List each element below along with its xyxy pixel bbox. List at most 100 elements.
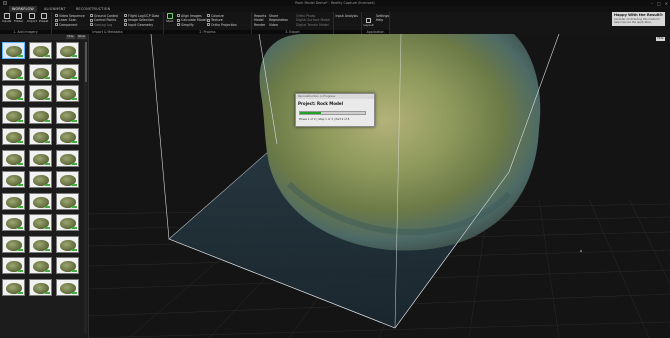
ribbon: Inputs Folder Import Preset 1. Add Image… <box>0 12 670 34</box>
inputs-button[interactable]: Inputs <box>2 13 11 23</box>
texture-icon <box>207 18 210 22</box>
feedback-notification[interactable]: Happy With the Result? Consider contribu… <box>612 12 665 26</box>
image-thumbnail[interactable] <box>56 171 79 188</box>
image-thumbnail[interactable] <box>2 171 25 188</box>
tab-workflow[interactable]: WORKFLOW <box>9 6 37 12</box>
images-panel-header: Hide Show <box>0 34 88 40</box>
image-thumbnail[interactable] <box>29 149 52 167</box>
geotag-log-button[interactable]: Geotag Log <box>90 23 112 27</box>
input-geometry-icon <box>124 23 127 26</box>
image-thumbnail[interactable] <box>56 214 79 231</box>
images-scrollbar[interactable] <box>84 42 87 334</box>
image-thumbnail[interactable] <box>2 106 25 124</box>
colorize-icon <box>207 14 210 17</box>
ortho-photo-button[interactable]: Ortho Photo <box>296 14 315 18</box>
window-controls: – □ × <box>651 1 668 6</box>
texture-button[interactable]: Texture <box>207 18 223 22</box>
ortho-projection-button[interactable]: Ortho Projection <box>207 23 237 27</box>
align-images-button[interactable]: Align Images <box>177 14 202 18</box>
simplify-button[interactable]: Simplify <box>177 23 194 27</box>
viewport-hide-button[interactable]: Hide <box>656 37 665 41</box>
cursor-dot <box>580 250 582 252</box>
tab-alignment[interactable]: ALIGNMENT <box>41 6 69 11</box>
start-button[interactable]: Start <box>166 13 173 23</box>
image-selection-button[interactable]: Image Selection <box>124 18 154 22</box>
tab-reconstruction[interactable]: RECONSTRUCTION <box>73 6 114 11</box>
progress-status: Phase 1 of 2 | Step 1 of 3 | Part 4 of 8 <box>299 117 350 121</box>
image-selection-icon <box>124 18 127 22</box>
image-thumbnail[interactable] <box>56 192 79 210</box>
image-thumbnail[interactable] <box>2 128 25 145</box>
image-thumbnail[interactable] <box>29 85 52 102</box>
image-thumbnail[interactable] <box>29 235 52 253</box>
close-icon[interactable]: × <box>660 13 663 17</box>
image-thumbnail[interactable] <box>2 192 25 210</box>
help-button[interactable]: Help <box>376 18 383 22</box>
image-thumbnail[interactable] <box>29 128 52 145</box>
image-thumbnail[interactable] <box>2 149 25 167</box>
aligned-badge <box>18 162 24 165</box>
image-thumbnail[interactable] <box>56 128 79 145</box>
colorize-button[interactable]: Colorize <box>207 14 224 18</box>
aligned-badge <box>72 270 78 273</box>
settings-button[interactable]: Settings <box>376 14 389 18</box>
image-thumbnail[interactable] <box>56 235 79 253</box>
preset-button[interactable]: Preset <box>39 13 48 23</box>
aligned-badge <box>18 205 24 208</box>
hide-button[interactable]: Hide <box>66 35 75 39</box>
image-thumbnail[interactable] <box>2 257 25 274</box>
image-thumbnail[interactable] <box>29 42 52 59</box>
notification-body: Consider contributing this model to help… <box>614 17 660 24</box>
input-analysis-button[interactable]: Input Analysis <box>336 14 358 18</box>
aligned-badge <box>72 141 78 144</box>
share-button[interactable]: Share <box>269 14 278 18</box>
image-thumbnail[interactable] <box>56 63 79 81</box>
maximize-icon[interactable]: □ <box>657 1 661 6</box>
dsm-button[interactable]: Digital Surface Model <box>296 18 330 22</box>
image-thumbnail[interactable] <box>56 278 79 296</box>
ground-control-button[interactable]: Ground Control <box>90 14 118 18</box>
image-thumbnail[interactable] <box>56 42 79 59</box>
scene-canvas <box>89 34 670 338</box>
model-export-button[interactable]: Model <box>254 18 264 22</box>
layout-button[interactable]: Layout <box>364 18 374 27</box>
render-button[interactable]: Render <box>254 23 265 27</box>
image-thumbnail[interactable] <box>29 63 52 81</box>
image-thumbnail[interactable] <box>56 149 79 167</box>
aligned-badge <box>45 184 51 187</box>
dtm-button[interactable]: Digital Terrain Model <box>296 23 329 27</box>
image-thumbnail[interactable] <box>56 106 79 124</box>
3d-viewport[interactable]: Hide <box>89 34 670 338</box>
import-button[interactable]: Import <box>27 13 37 23</box>
laser-scan-button[interactable]: Laser Scan <box>55 18 76 22</box>
minimize-icon[interactable]: – <box>651 1 653 6</box>
image-thumbnail[interactable] <box>56 85 79 102</box>
video-sequence-button[interactable]: Video Sequence <box>55 14 85 18</box>
image-thumbnail[interactable] <box>2 214 25 231</box>
image-thumbnail[interactable] <box>2 235 25 253</box>
reports-button[interactable]: Reports <box>254 14 266 18</box>
image-thumbnail[interactable] <box>2 85 25 102</box>
image-thumbnail[interactable] <box>29 257 52 274</box>
image-thumbnail[interactable] <box>56 257 79 274</box>
image-thumbnail[interactable] <box>29 192 52 210</box>
video-export-button[interactable]: Video <box>269 23 278 27</box>
image-thumbnail[interactable] <box>29 278 52 296</box>
image-thumbnail[interactable] <box>2 278 25 296</box>
folder-button[interactable]: Folder <box>14 13 23 23</box>
close-icon[interactable]: × <box>665 1 668 6</box>
component-button[interactable]: Component <box>55 23 78 27</box>
image-thumbnail[interactable] <box>29 214 52 231</box>
flight-log-button[interactable]: Flight Log <box>124 14 144 18</box>
input-geometry-button[interactable]: Input Geometry <box>124 23 153 27</box>
scrollbar-thumb[interactable] <box>84 42 87 82</box>
control-points-button[interactable]: Control Points <box>90 18 116 22</box>
image-thumbnail[interactable] <box>29 106 52 124</box>
gcp-data-button[interactable]: GCP Data <box>144 14 159 18</box>
image-thumbnail[interactable] <box>2 63 25 81</box>
image-thumbnail[interactable] <box>29 171 52 188</box>
calculate-model-button[interactable]: Calculate Model <box>177 18 206 22</box>
registration-button[interactable]: Registration <box>269 18 288 22</box>
image-thumbnail[interactable] <box>2 42 25 59</box>
show-button[interactable]: Show <box>77 35 86 39</box>
